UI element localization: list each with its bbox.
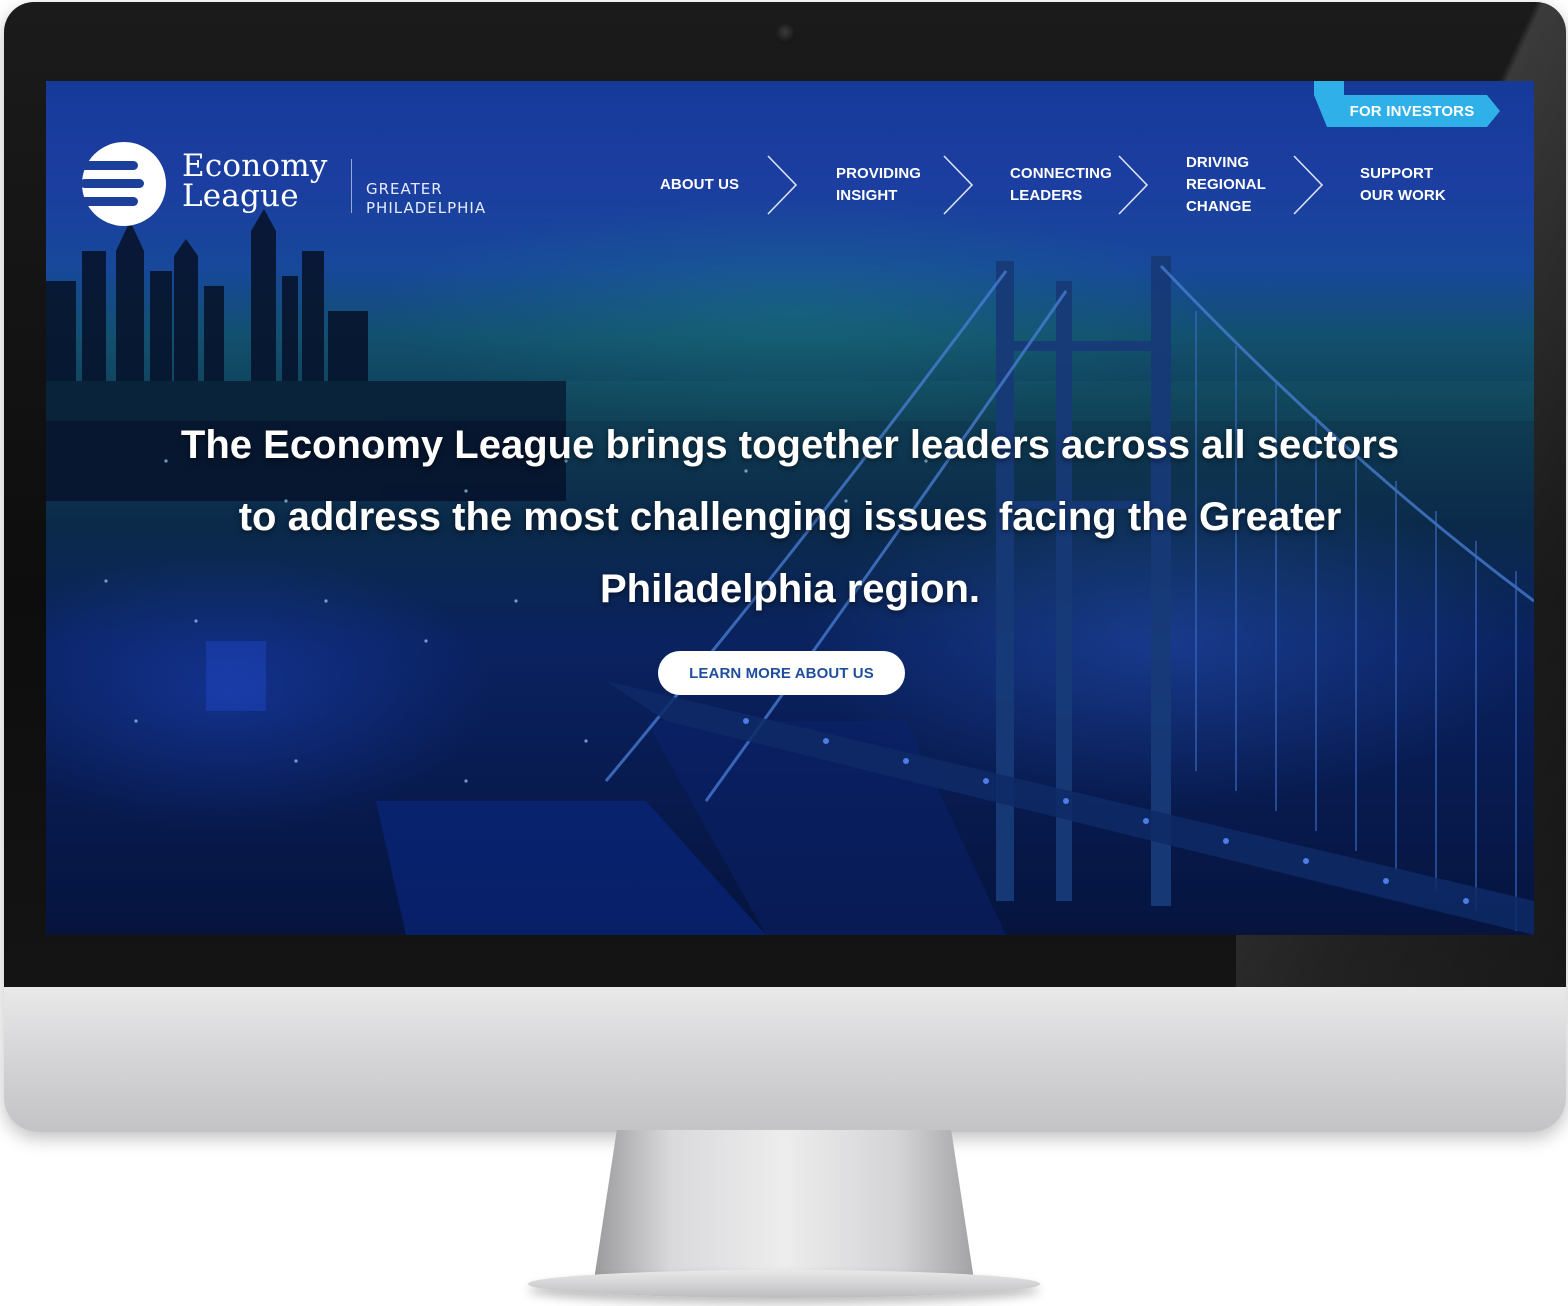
- monitor-chin: [4, 987, 1566, 1132]
- nav-about-us[interactable]: ABOUT US: [660, 174, 739, 196]
- for-investors-tab-accent: [1314, 81, 1344, 95]
- monitor-stand-foot: [528, 1270, 1040, 1298]
- brand-line-1: Economy: [182, 148, 328, 184]
- economy-league-logo-icon: [80, 142, 166, 226]
- brand-region-line-1: GREATER: [366, 180, 443, 198]
- logo-divider: [351, 159, 352, 213]
- monitor-stand-neck: [594, 1130, 974, 1280]
- chevron-right-icon: [943, 155, 974, 215]
- website-screen: Economy League GREATER PHILADELPHIA FOR …: [46, 81, 1534, 935]
- nav-connecting-leaders[interactable]: CONNECTING LEADERS: [1010, 163, 1112, 207]
- nav-providing-insight[interactable]: PROVIDING INSIGHT: [836, 163, 921, 207]
- camera-icon: [776, 24, 796, 44]
- brand-region-line-2: PHILADELPHIA: [366, 199, 487, 217]
- brand-region: GREATER PHILADELPHIA: [366, 180, 486, 218]
- brand-line-2: League: [182, 178, 299, 214]
- brand-name[interactable]: Economy League: [182, 148, 328, 214]
- hero-line-3: Philadelphia region.: [599, 567, 981, 611]
- nav-support-our-work[interactable]: SUPPORT OUR WORK: [1360, 163, 1446, 207]
- hero-line-1: The Economy League brings together leade…: [180, 423, 1400, 467]
- nav-driving-regional-change[interactable]: DRIVING REGIONAL CHANGE: [1186, 152, 1266, 218]
- chevron-right-icon: [1293, 155, 1324, 215]
- hero-line-2: to address the most challenging issues f…: [238, 495, 1342, 539]
- for-investors-link[interactable]: FOR INVESTORS: [1314, 95, 1500, 127]
- chevron-right-icon: [767, 155, 798, 215]
- hero-headline: The Economy League brings together leade…: [86, 409, 1494, 625]
- learn-more-button[interactable]: LEARN MORE ABOUT US: [658, 651, 905, 695]
- chevron-right-icon: [1118, 155, 1149, 215]
